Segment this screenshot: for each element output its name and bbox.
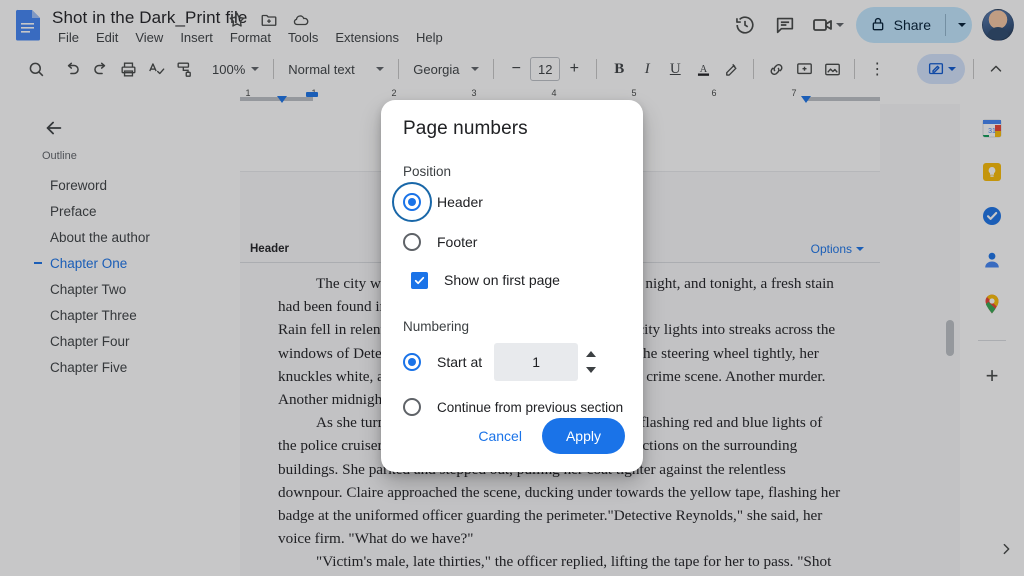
radio-position-header[interactable]: Header (403, 185, 621, 219)
radio-label: Footer (437, 234, 478, 250)
arrow-up-icon[interactable] (586, 351, 597, 357)
radio-focus-ring (403, 193, 421, 211)
radio-focus-ring (403, 353, 421, 371)
checkbox-show-on-first-page[interactable]: Show on first page (411, 265, 621, 295)
radio-position-footer[interactable]: Footer (403, 225, 621, 259)
checkbox-icon (411, 271, 428, 289)
position-section-label: Position (403, 164, 452, 179)
dialog-title: Page numbers (403, 118, 528, 139)
page-numbers-dialog: Page numbers Position Header Footer Show… (381, 100, 643, 472)
checkbox-label: Show on first page (444, 272, 560, 288)
radio-icon (403, 353, 421, 371)
start-at-input[interactable]: 1 (494, 343, 579, 381)
dialog-actions: Cancel Apply (464, 418, 625, 454)
radio-focus-ring (403, 398, 421, 416)
radio-icon (403, 193, 421, 211)
radio-start-at[interactable]: Start at 1 (403, 340, 621, 384)
start-at-stepper (586, 351, 597, 373)
radio-icon (403, 398, 421, 416)
radio-label: Start at (437, 354, 483, 370)
numbering-section-label: Numbering (403, 319, 470, 334)
cancel-button[interactable]: Cancel (464, 419, 536, 453)
radio-focus-ring (403, 233, 421, 251)
arrow-down-icon[interactable] (586, 367, 597, 373)
radio-label: Header (437, 194, 483, 210)
radio-icon (403, 233, 421, 251)
apply-button[interactable]: Apply (541, 418, 625, 454)
radio-label: Continue from previous section (437, 399, 624, 415)
